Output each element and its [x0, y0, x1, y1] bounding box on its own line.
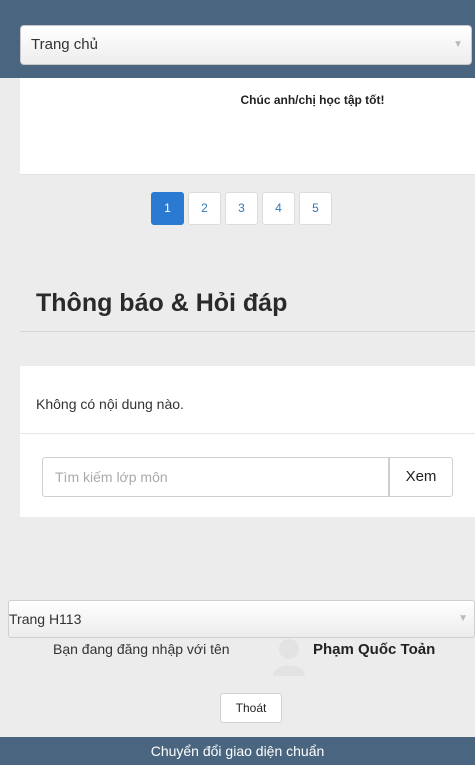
- switch-theme-link[interactable]: Chuyển đổi giao diện chuẩn: [0, 737, 475, 765]
- page-select[interactable]: Trang chủ ▼: [20, 25, 472, 65]
- divider: [20, 433, 475, 434]
- avatar: [273, 636, 305, 676]
- page-button-4[interactable]: 4: [262, 192, 295, 225]
- pagination: 1 2 3 4 5: [151, 192, 336, 225]
- divider: [20, 331, 475, 332]
- search-button[interactable]: Xem: [389, 457, 453, 497]
- notice-message: Chúc anh/chị học tập tốt!: [240, 93, 385, 107]
- theme-select-value: Trang H113: [9, 611, 82, 627]
- page-button-5[interactable]: 5: [299, 192, 332, 225]
- username[interactable]: Phạm Quốc Toản: [313, 641, 435, 658]
- page-select-value: Trang chủ: [31, 36, 98, 53]
- login-info: Bạn đang đăng nhập với tên Phạm Quốc Toả…: [0, 636, 475, 676]
- page-button-1[interactable]: 1: [151, 192, 184, 225]
- search-input[interactable]: [42, 457, 389, 497]
- chevron-down-icon: ▼: [458, 613, 468, 624]
- page-button-2[interactable]: 2: [188, 192, 221, 225]
- empty-message: Không có nội dung nào.: [36, 396, 184, 412]
- notice-card: Chúc anh/chị học tập tốt!: [20, 78, 475, 175]
- top-bar: Trang chủ ▼: [0, 0, 475, 78]
- chevron-down-icon: ▼: [453, 39, 463, 50]
- theme-select[interactable]: Trang H113 ▼: [8, 600, 475, 638]
- section-title: Thông báo & Hỏi đáp: [36, 289, 288, 317]
- logged-in-label: Bạn đang đăng nhập với tên: [53, 641, 230, 657]
- qa-card: Không có nội dung nào. Xem: [20, 366, 475, 517]
- page-button-3[interactable]: 3: [225, 192, 258, 225]
- logout-button[interactable]: Thoát: [220, 693, 282, 723]
